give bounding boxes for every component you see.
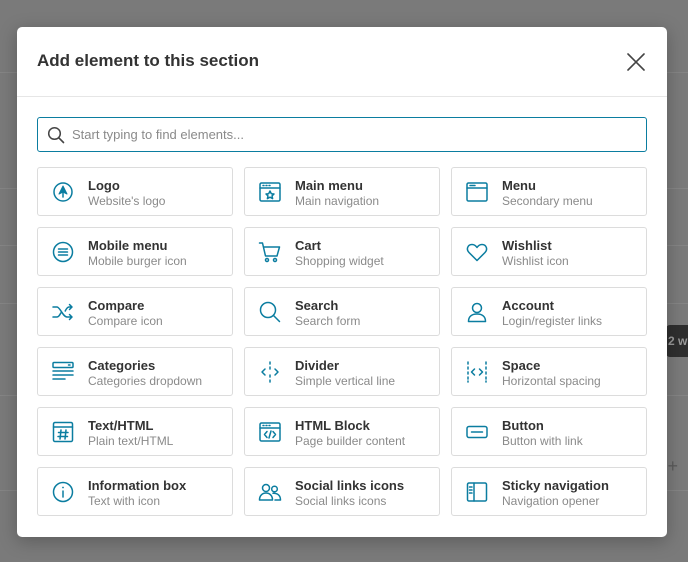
element-card-subtitle: Shopping widget xyxy=(295,254,384,268)
element-card-wishlist[interactable]: Wishlist Wishlist icon xyxy=(451,227,647,276)
element-card-subtitle: Mobile burger icon xyxy=(88,254,187,268)
element-card-subtitle: Login/register links xyxy=(502,314,603,328)
element-card-title: Divider xyxy=(295,358,340,373)
element-card-title: Mobile menu xyxy=(88,238,168,253)
modal-header: Add element to this section xyxy=(17,27,667,97)
sticky-navigation-icon xyxy=(464,479,490,505)
element-card-title: Space xyxy=(502,358,541,373)
element-card-search[interactable]: Search Search form xyxy=(244,287,440,336)
element-card-subtitle: Text with icon xyxy=(88,494,161,508)
background-plus-icon: + xyxy=(667,456,678,476)
element-card-information-box[interactable]: Information box Text with icon xyxy=(37,467,233,516)
search-input[interactable] xyxy=(72,119,632,150)
element-card-title: Button xyxy=(502,418,544,433)
element-card-html-block[interactable]: HTML Block Page builder content xyxy=(244,407,440,456)
elements-grid: Logo Website's logo Main menu Main navigati… xyxy=(37,167,647,516)
element-card-subtitle: Search form xyxy=(295,314,361,328)
element-card-compare[interactable]: Compare Compare icon xyxy=(37,287,233,336)
element-card-subtitle: Page builder content xyxy=(295,434,406,448)
element-card-social-links-icons[interactable]: Social links icons Social links icons xyxy=(244,467,440,516)
element-card-button[interactable]: Button Button with link xyxy=(451,407,647,456)
element-card-title: Sticky navigation xyxy=(502,478,609,493)
element-card-subtitle: Navigation opener xyxy=(502,494,600,508)
element-card-title: Social links icons xyxy=(295,478,405,493)
element-card-title: Categories xyxy=(88,358,156,373)
element-card-subtitle: Secondary menu xyxy=(502,194,593,208)
element-card-subtitle: Plain text/HTML xyxy=(88,434,174,448)
element-card-subtitle: Compare icon xyxy=(88,314,163,328)
element-card-title: Cart xyxy=(295,238,322,253)
element-card-account[interactable]: Account Login/register links xyxy=(451,287,647,336)
element-card-subtitle: Main navigation xyxy=(295,194,380,208)
menu-icon xyxy=(464,179,490,205)
close-button[interactable] xyxy=(623,49,649,75)
add-element-modal: Add element to this section LogoWebsite'… xyxy=(17,27,667,537)
element-card-title: Wishlist xyxy=(502,238,552,253)
element-card-divider[interactable]: Divider Simple vertical line xyxy=(244,347,440,396)
element-card-subtitle: Button with link xyxy=(502,434,583,448)
element-card-title: Compare xyxy=(88,298,145,313)
info-icon xyxy=(50,479,76,505)
modal-title: Add element to this section xyxy=(37,51,259,70)
element-card-title: Search xyxy=(295,298,339,313)
social-icon xyxy=(257,479,283,505)
element-card-text-html[interactable]: Text/HTML Plain text/HTML xyxy=(37,407,233,456)
element-card-title: Main menu xyxy=(295,178,363,193)
element-card-subtitle: Social links icons xyxy=(295,494,387,508)
categories-icon xyxy=(50,359,76,385)
space-icon xyxy=(464,359,490,385)
element-card-space[interactable]: Space Horizontal spacing xyxy=(451,347,647,396)
search-icon xyxy=(47,126,65,144)
text-html-icon xyxy=(50,419,76,445)
element-card-main-menu[interactable]: Main menu Main navigation xyxy=(244,167,440,216)
background-chip: 2 w xyxy=(666,325,688,357)
element-card-mobile-menu[interactable]: Mobile menu Mobile burger icon xyxy=(37,227,233,276)
button-icon xyxy=(464,419,490,445)
cart-icon xyxy=(257,239,283,265)
compare-icon xyxy=(50,299,76,325)
element-card-categories[interactable]: Categories Categories dropdown xyxy=(37,347,233,396)
element-card-title: Logo xyxy=(88,178,120,193)
element-card-subtitle: Simple vertical line xyxy=(295,374,396,388)
element-card-cart[interactable]: Cart Shopping widget xyxy=(244,227,440,276)
main-menu-icon xyxy=(257,179,283,205)
element-card-title: Menu xyxy=(502,178,536,193)
element-card-title: Account xyxy=(502,298,554,313)
element-card-title: Text/HTML xyxy=(88,418,154,433)
element-card-title: Information box xyxy=(88,478,187,493)
element-card-subtitle: Horizontal spacing xyxy=(502,374,601,388)
close-icon xyxy=(627,53,645,71)
search-box xyxy=(37,117,647,152)
element-card-subtitle: Categories dropdown xyxy=(88,374,203,388)
user-icon xyxy=(464,299,490,325)
background-chip-label: 2 w xyxy=(668,334,688,348)
divider-icon xyxy=(257,359,283,385)
element-card-subtitle: Wishlist icon xyxy=(502,254,569,268)
element-card-logo[interactable]: Logo Website's logo xyxy=(37,167,233,216)
element-card-title: HTML Block xyxy=(295,418,370,433)
element-card-subtitle: Website's logo xyxy=(88,194,166,208)
html-block-icon xyxy=(257,419,283,445)
element-card-sticky-navigation[interactable]: Sticky navigation Navigation opener xyxy=(451,467,647,516)
logo-icon xyxy=(50,179,76,205)
search-icon xyxy=(257,299,283,325)
heart-icon xyxy=(464,239,490,265)
mobile-menu-icon xyxy=(50,239,76,265)
element-card-menu[interactable]: Menu Secondary menu xyxy=(451,167,647,216)
